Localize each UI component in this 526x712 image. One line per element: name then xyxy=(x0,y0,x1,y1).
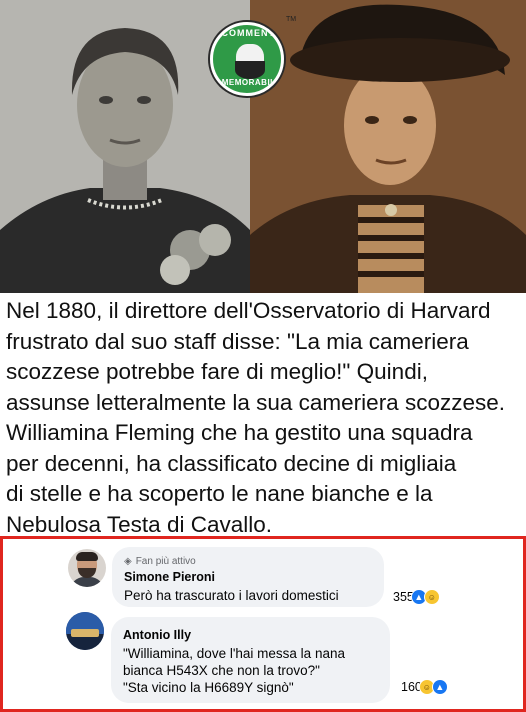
comment-text-line: "Williamina, dove l'hai messa la nana xyxy=(123,646,345,661)
header-photo-collage: COMMENTI MEMORABILI TM xyxy=(0,0,526,293)
comment-text: Però ha trascurato i lavori domestici xyxy=(124,587,372,604)
comment-author[interactable]: Antonio Illy xyxy=(123,628,378,642)
caption-line: di stelle e ha scoperto le nane bianche … xyxy=(6,481,433,506)
top-fan-label: Fan più attivo xyxy=(135,555,196,567)
haha-icon: ☺ xyxy=(423,589,440,605)
logo-text-top: COMMENTI xyxy=(221,28,279,38)
avatar[interactable] xyxy=(68,549,106,587)
comment-text: "Williamina, dove l'hai messa la nana bi… xyxy=(123,645,378,696)
logo-text-bottom: MEMORABILI xyxy=(221,78,279,87)
caption-line: frustrato dal suo staff disse: "La mia c… xyxy=(6,328,469,354)
comments-section: ◈ Fan più attivo Simone Pieroni Però ha … xyxy=(0,536,526,712)
post-caption: Nel 1880, il direttore dell'Osservatorio… xyxy=(6,296,524,540)
commenti-memorabili-logo: COMMENTI MEMORABILI xyxy=(210,22,284,96)
caption-line: assunse letteralmente la sua cameriera s… xyxy=(6,389,505,415)
caption-line: per decenni, ha classificato decine di m… xyxy=(6,450,457,476)
shield-icon: ◈ xyxy=(124,555,132,567)
comment-bubble[interactable]: ◈ Fan più attivo Simone Pieroni Però ha … xyxy=(112,547,384,607)
portrait-photo-right xyxy=(250,0,526,293)
top-fan-badge: ◈ Fan più attivo xyxy=(124,555,372,567)
like-icon: ▲ xyxy=(431,679,448,695)
reaction-summary[interactable]: 355 ▲ ☺ xyxy=(393,589,440,605)
reaction-summary[interactable]: 160 ☺ ▲ xyxy=(401,679,448,695)
logo-beard-icon xyxy=(235,61,265,79)
comment-text-line: bianca H543X che non la trovo?" xyxy=(123,663,320,678)
comment-text-line: "Sta vicino la H6689Y signò" xyxy=(123,680,294,695)
comment-author[interactable]: Simone Pieroni xyxy=(124,570,372,584)
caption-line: Nel 1880, il direttore dell'Osservatorio… xyxy=(6,298,491,323)
comment-bubble[interactable]: Antonio Illy "Williamina, dove l'hai mes… xyxy=(111,617,390,703)
caption-line: Williamina Fleming che ha gestito una sq… xyxy=(6,420,473,445)
comment-text-line: Però ha trascurato i lavori domestici xyxy=(124,588,339,603)
caption-line: scozzese potrebbe fare di meglio!" Quind… xyxy=(6,359,428,384)
avatar[interactable] xyxy=(66,612,104,650)
trademark-mark: TM xyxy=(286,16,297,23)
